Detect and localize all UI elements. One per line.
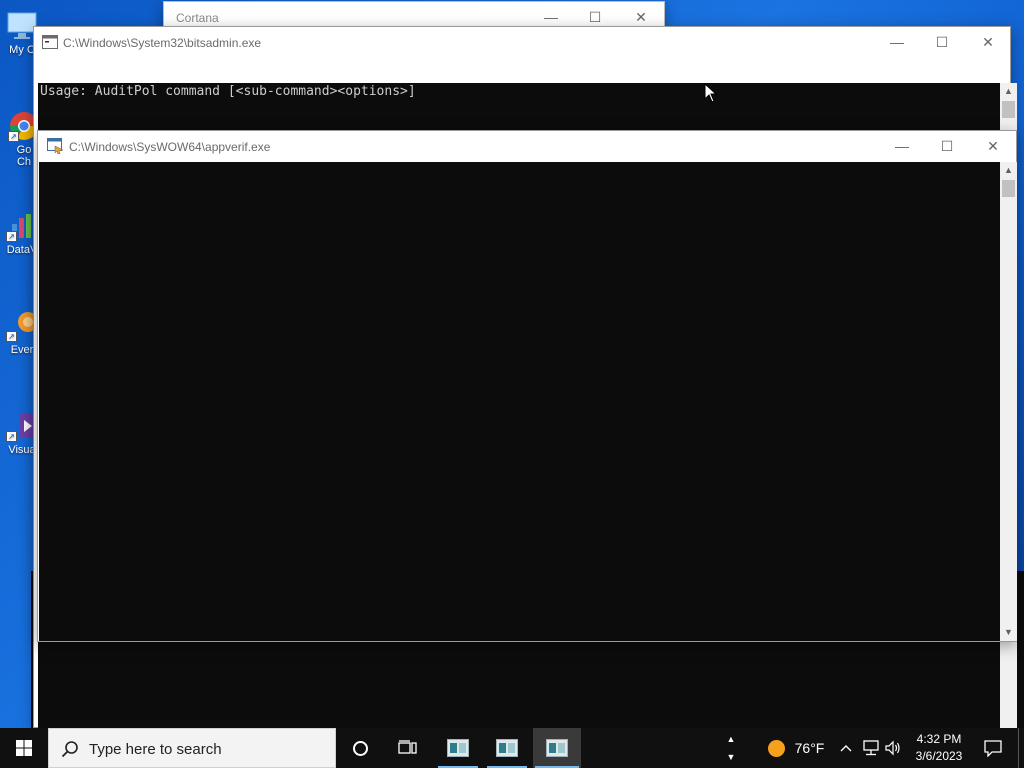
appverif-console[interactable]	[39, 162, 1000, 641]
start-button[interactable]	[0, 728, 48, 768]
scroll-down-arrow-icon[interactable]: ▼	[1000, 624, 1017, 641]
appverif-window[interactable]: C:\Windows\SysWOW64\appverif.exe — ☐ ✕ ▲…	[37, 130, 1017, 642]
scroll-up-arrow-icon[interactable]: ▲	[1000, 83, 1017, 100]
appverif-window-icon	[47, 138, 64, 155]
mouse-pointer-icon	[704, 82, 718, 106]
network-icon	[863, 740, 879, 756]
appverif-close-button[interactable]: ✕	[970, 131, 1016, 161]
scroll-thumb[interactable]	[1002, 101, 1015, 118]
task-view-button[interactable]	[384, 728, 432, 768]
cortana-title: Cortana	[176, 11, 219, 25]
taskbar: Type here to search ▲ ▼ 76°F 4:32 PM 3/6…	[0, 728, 1024, 768]
appverif-scrollbar[interactable]: ▲ ▼	[1000, 162, 1017, 641]
cortana-button[interactable]	[336, 728, 384, 768]
show-hidden-icons-button[interactable]	[838, 728, 854, 768]
scroll-up-arrow-icon[interactable]: ▲	[1000, 162, 1017, 179]
bitsadmin-minimize-button[interactable]: —	[874, 27, 920, 57]
notification-icon	[984, 739, 1002, 757]
volume-button[interactable]	[882, 728, 904, 768]
notification-center-button[interactable]	[978, 728, 1008, 768]
taskbar-app-console[interactable]	[485, 728, 529, 768]
sun-icon	[767, 739, 785, 757]
search-placeholder: Type here to search	[89, 741, 222, 758]
scroll-thumb[interactable]	[1002, 180, 1015, 197]
bitsadmin-close-button[interactable]: ✕	[965, 27, 1011, 57]
console-window-icon	[42, 35, 58, 49]
windows-logo-icon	[16, 740, 32, 756]
clock[interactable]: 4:32 PM 3/6/2023	[906, 728, 972, 768]
chevron-up-icon[interactable]: ▲	[727, 730, 736, 748]
shortcut-arrow-icon: ↗	[6, 231, 17, 242]
console-app-icon	[447, 739, 469, 757]
appverif-titlebar[interactable]: C:\Windows\SysWOW64\appverif.exe — ☐ ✕	[38, 131, 1016, 161]
taskbar-app-bitsadmin[interactable]	[436, 728, 480, 768]
appverif-title: C:\Windows\SysWOW64\appverif.exe	[69, 140, 271, 154]
bitsadmin-title: C:\Windows\System32\bitsadmin.exe	[63, 36, 262, 50]
task-view-icon	[398, 740, 417, 754]
caret-up-icon	[840, 745, 852, 752]
taskbar-scroll-buttons[interactable]: ▲ ▼	[722, 728, 740, 768]
chevron-down-icon[interactable]: ▼	[727, 748, 736, 766]
bitsadmin-titlebar[interactable]: C:\Windows\System32\bitsadmin.exe — ☐ ✕	[34, 27, 1010, 57]
console-app-icon	[546, 739, 568, 757]
show-desktop-button[interactable]	[1018, 728, 1024, 768]
clock-time: 4:32 PM	[916, 732, 962, 746]
weather-widget[interactable]: 76°F	[760, 728, 832, 768]
console-output-line: Usage: AuditPol command [<sub-command><o…	[40, 84, 416, 99]
cortana-circle-icon	[352, 740, 368, 756]
search-box[interactable]: Type here to search	[48, 728, 336, 768]
taskbar-app-appverif[interactable]	[533, 728, 581, 768]
weather-temperature: 76°F	[794, 740, 825, 756]
search-icon	[61, 740, 79, 761]
network-button[interactable]	[860, 728, 882, 768]
shortcut-arrow-icon: ↗	[6, 331, 17, 342]
appverif-minimize-button[interactable]: —	[879, 131, 925, 161]
bitsadmin-maximize-button[interactable]: ☐	[919, 27, 965, 57]
shortcut-arrow-icon: ↗	[6, 431, 17, 442]
shortcut-arrow-icon: ↗	[8, 131, 19, 142]
clock-date: 3/6/2023	[915, 749, 963, 763]
appverif-maximize-button[interactable]: ☐	[924, 131, 970, 161]
speaker-icon	[885, 740, 900, 756]
console-app-icon	[496, 739, 518, 757]
